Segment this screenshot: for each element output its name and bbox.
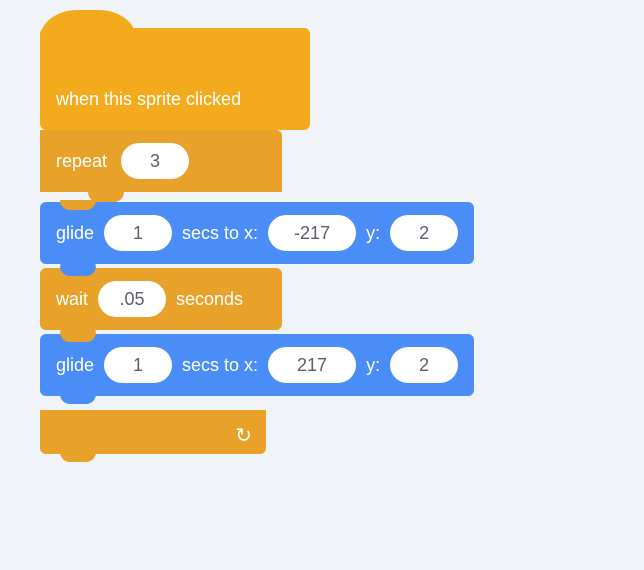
scratch-canvas[interactable]: when this sprite clicked repeat 3 glide … xyxy=(0,0,644,570)
glide-block[interactable]: glide 1 secs to x: -217 y: 2 xyxy=(40,202,474,264)
wait-label-pre: wait xyxy=(56,289,88,310)
notch-icon xyxy=(88,192,124,202)
hat-label: when this sprite clicked xyxy=(56,89,241,110)
notch-icon xyxy=(60,446,96,462)
repeat-label: repeat xyxy=(56,151,107,172)
glide-y-input[interactable]: 2 xyxy=(390,347,458,383)
notch-icon xyxy=(60,388,96,404)
glide-x-input[interactable]: 217 xyxy=(268,347,356,383)
glide-secs-input[interactable]: 1 xyxy=(104,347,172,383)
glide-label-mid: secs to x: xyxy=(182,355,258,376)
glide-label-mid: secs to x: xyxy=(182,223,258,244)
wait-label-post: seconds xyxy=(176,289,243,310)
hat-flat xyxy=(134,28,310,38)
wait-secs-input[interactable]: .05 xyxy=(98,281,166,317)
glide-secs-input[interactable]: 1 xyxy=(104,215,172,251)
glide-y-input[interactable]: 2 xyxy=(390,215,458,251)
glide-label-y: y: xyxy=(366,355,380,376)
repeat-footer[interactable]: ↻ xyxy=(40,410,266,454)
repeat-block[interactable]: repeat 3 glide 1 secs to x: -217 y: 2 xyxy=(40,130,266,454)
hat-curve xyxy=(40,10,136,38)
block-script[interactable]: when this sprite clicked repeat 3 glide … xyxy=(40,28,310,454)
glide-x-input[interactable]: -217 xyxy=(268,215,356,251)
notch-icon xyxy=(60,332,96,342)
repeat-children[interactable]: glide 1 secs to x: -217 y: 2 wait .05 se… xyxy=(40,192,474,410)
glide-label-pre: glide xyxy=(56,355,94,376)
glide-label-y: y: xyxy=(366,223,380,244)
glide-block[interactable]: glide 1 secs to x: 217 y: 2 xyxy=(40,334,474,396)
notch-icon xyxy=(60,266,96,276)
event-hat-block[interactable]: when this sprite clicked xyxy=(40,28,310,130)
repeat-header[interactable]: repeat 3 xyxy=(40,130,282,192)
glide-label-pre: glide xyxy=(56,223,94,244)
wait-block[interactable]: wait .05 seconds xyxy=(40,268,282,330)
repeat-count-input[interactable]: 3 xyxy=(121,143,189,179)
notch-icon xyxy=(60,200,96,210)
loop-arrow-icon: ↻ xyxy=(235,423,252,448)
